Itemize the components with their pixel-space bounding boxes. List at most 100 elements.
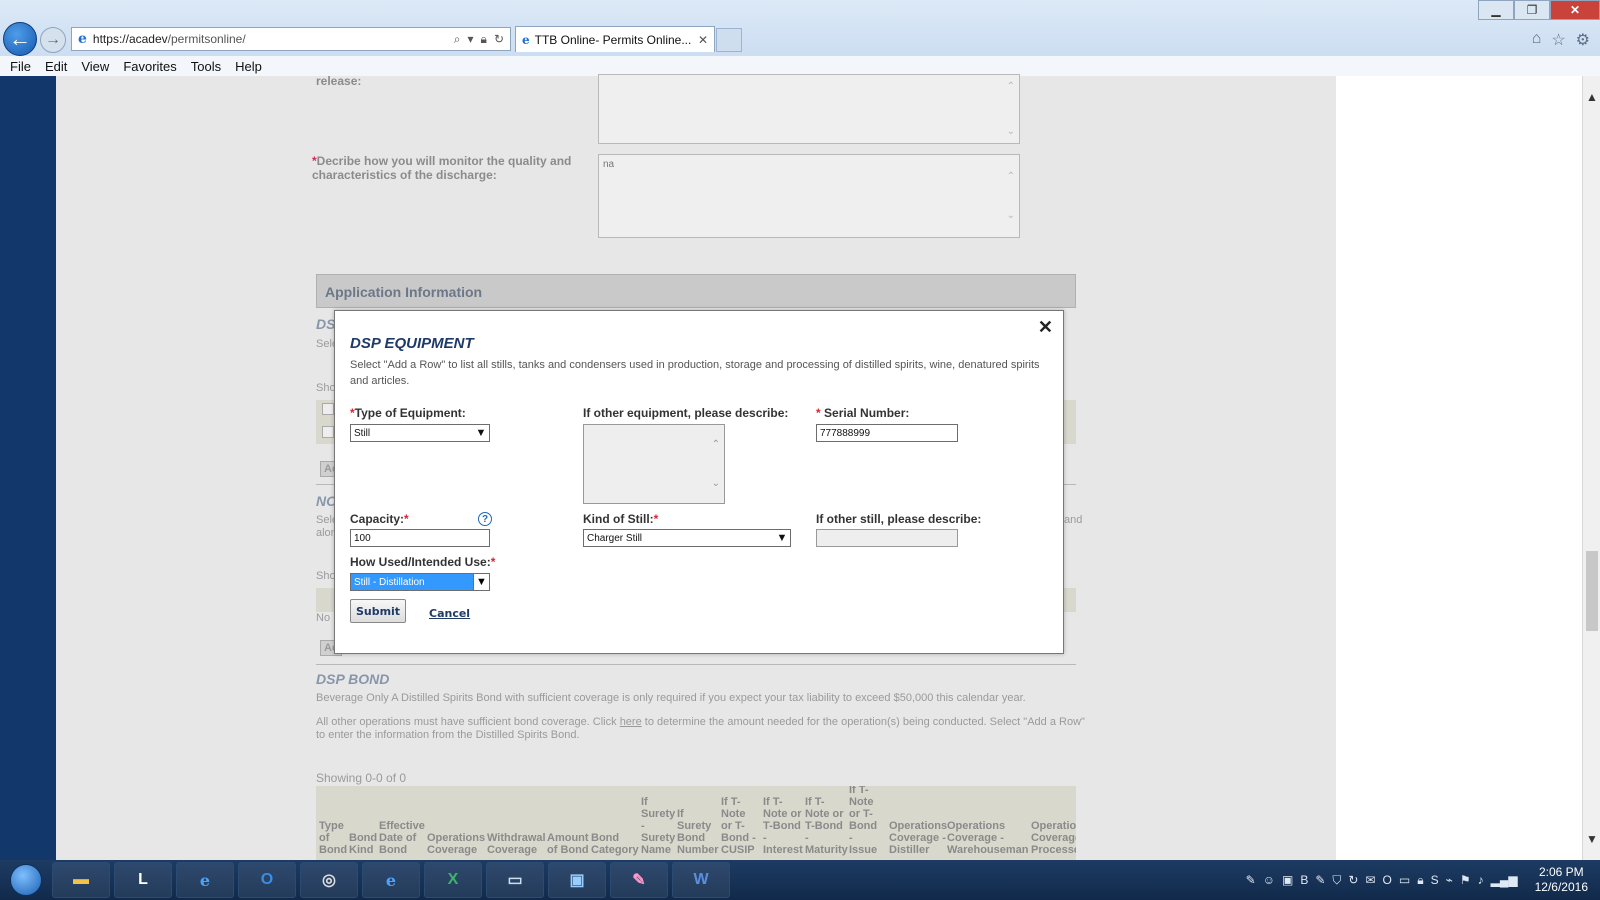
back-button[interactable]: ←	[3, 22, 37, 56]
scroll-down-icon[interactable]: ▼	[1586, 832, 1598, 846]
restore-button[interactable]: ❐	[1514, 0, 1550, 20]
ie-icon: e	[78, 31, 87, 47]
menu-edit[interactable]: Edit	[45, 59, 67, 74]
serial-number-input[interactable]: 777888999	[816, 424, 958, 442]
taskbar-notes[interactable]: ▭	[486, 862, 544, 898]
kind-label-text: Kind of Still:	[583, 512, 654, 526]
col-header: Type of Bond	[319, 820, 348, 856]
row-checkbox[interactable]	[322, 426, 334, 438]
taskbar-explorer[interactable]: ▬	[52, 862, 110, 898]
type-of-equipment-select[interactable]: Still ▼	[350, 424, 490, 442]
circle-app-icon: ◎	[322, 872, 336, 889]
taskbar-excel[interactable]: X	[424, 862, 482, 898]
tray-b-icon[interactable]: B	[1300, 873, 1308, 887]
tray-pen-icon[interactable]: ✎	[1246, 873, 1256, 887]
tray-user-icon[interactable]: ☺	[1263, 873, 1275, 887]
submit-button[interactable]: Submit	[350, 599, 406, 623]
release-label: release:	[316, 74, 362, 88]
capacity-input[interactable]: 100	[350, 529, 490, 547]
col-header: Operations Coverage - Warehouseman	[947, 820, 1029, 856]
how-used-label: How Used/Intended Use:*	[350, 555, 496, 569]
tray-outlook-icon[interactable]: O	[1383, 873, 1392, 887]
menu-file[interactable]: File	[10, 59, 31, 74]
minimize-button[interactable]: ▁	[1478, 0, 1514, 20]
taskbar-outlook[interactable]: O	[238, 862, 296, 898]
browser-tab[interactable]: e TTB Online- Permits Online... ✕	[515, 26, 715, 52]
search-icon[interactable]: ⌕	[454, 32, 461, 47]
tray-speaker-icon[interactable]: ♪	[1478, 873, 1484, 887]
menu-bar: File Edit View Favorites Tools Help	[0, 56, 1600, 76]
menu-help[interactable]: Help	[235, 59, 262, 74]
clock[interactable]: 2:06 PM 12/6/2016	[1535, 865, 1588, 895]
tray-skype-icon[interactable]: S	[1431, 873, 1439, 887]
lock-icon[interactable]: 🔒︎	[481, 32, 487, 47]
kind-value: Charger Still	[587, 532, 643, 544]
tray-shield-icon[interactable]: ⛉	[1332, 873, 1341, 888]
menu-view[interactable]: View	[81, 59, 109, 74]
word-icon: W	[693, 871, 709, 888]
url-path: /permitsonline/	[167, 32, 246, 46]
favorites-star-icon[interactable]: ☆	[1551, 30, 1565, 50]
tray-network-icon[interactable]: ⌁	[1446, 873, 1453, 887]
taskbar-ie-2[interactable]: e	[362, 862, 420, 898]
no-stub: No	[316, 612, 331, 624]
capacity-label-text: Capacity:	[350, 512, 405, 526]
back-arrow-icon: ←	[9, 26, 31, 51]
tray-flag-icon[interactable]: ⚑	[1460, 873, 1471, 887]
scroll-thumb[interactable]	[1586, 551, 1598, 631]
scroll-up-icon: ⌃	[711, 439, 720, 450]
scroll-down-icon: ⌄	[711, 478, 720, 489]
release-textarea[interactable]: ⌃ ⌄	[598, 74, 1020, 144]
new-tab-button[interactable]	[716, 28, 742, 52]
other-still-label: If other still, please describe:	[816, 512, 982, 526]
taskbar-ie[interactable]: e	[176, 862, 234, 898]
application-information-header: Application Information	[316, 274, 1076, 308]
page-scrollbar[interactable]: ▲ ▼	[1582, 76, 1600, 860]
kind-of-still-label: Kind of Still:*	[583, 512, 659, 526]
gear-icon[interactable]: ⚙	[1576, 30, 1590, 50]
scroll-up-icon[interactable]: ▲	[1586, 90, 1598, 104]
type-value: Still	[354, 427, 371, 439]
tray-mail-icon[interactable]: ✉	[1365, 873, 1375, 887]
divider	[316, 664, 1076, 665]
row-checkbox[interactable]	[322, 403, 334, 415]
window-close-button[interactable]: ✕	[1550, 0, 1600, 20]
forward-button[interactable]: →	[40, 27, 66, 53]
serial-number-label: * Serial Number:	[816, 406, 910, 420]
home-icon[interactable]: ⌂	[1532, 30, 1542, 50]
folder-icon: ▬	[73, 871, 89, 888]
tray-app-icon[interactable]: ▣	[1282, 873, 1293, 887]
help-icon[interactable]: ?	[478, 512, 492, 526]
tray-tool-icon[interactable]: ✎	[1315, 873, 1325, 887]
notepad-icon: ▭	[507, 872, 523, 889]
taskbar-photos[interactable]: ▣	[548, 862, 606, 898]
bond-text-2: All other operations must have sufficien…	[316, 716, 1086, 742]
taskbar-lync[interactable]: L	[114, 862, 172, 898]
taskbar-paint[interactable]: ✎	[610, 862, 668, 898]
how-used-select[interactable]: Still - Distillation ▼	[350, 573, 490, 591]
cancel-link[interactable]: Cancel	[429, 607, 470, 620]
tray-lock-icon[interactable]: 🔒︎	[1417, 873, 1423, 888]
bond-here-link[interactable]: here	[620, 716, 642, 728]
other-still-input[interactable]	[816, 529, 958, 547]
tray-monitor-icon[interactable]: ▭	[1399, 873, 1410, 887]
monitor-textarea[interactable]: na ⌃ ⌄	[598, 154, 1020, 238]
refresh-icon[interactable]: ↻	[494, 32, 504, 47]
start-button[interactable]	[0, 860, 52, 900]
menu-favorites[interactable]: Favorites	[123, 59, 176, 74]
browser-chrome: ← → e https://acadev/permitsonline/ ⌕ ▾ …	[0, 0, 1600, 76]
taskbar: ▬ L e O ◎ e X ▭ ▣ ✎ W ✎ ☺ ▣ B ✎ ⛉ ↻ ✉ O …	[0, 860, 1600, 900]
other-equipment-textarea[interactable]: ⌃ ⌄	[583, 424, 725, 504]
kind-of-still-select[interactable]: Charger Still ▼	[583, 529, 791, 547]
taskbar-word[interactable]: W	[672, 862, 730, 898]
tab-close-icon[interactable]: ✕	[698, 33, 708, 47]
tray-sync-icon[interactable]: ↻	[1348, 873, 1358, 887]
tray-signal-icon[interactable]: ▂▄▆	[1491, 873, 1518, 887]
url-host: https://acadev	[92, 32, 168, 46]
modal-close-icon[interactable]: ✕	[1038, 317, 1053, 338]
dropdown-icon[interactable]: ▾	[468, 32, 474, 47]
forward-arrow-icon: →	[45, 31, 61, 48]
menu-tools[interactable]: Tools	[191, 59, 221, 74]
taskbar-app[interactable]: ◎	[300, 862, 358, 898]
address-bar[interactable]: e https://acadev/permitsonline/ ⌕ ▾ 🔒︎ ↻	[71, 27, 511, 51]
